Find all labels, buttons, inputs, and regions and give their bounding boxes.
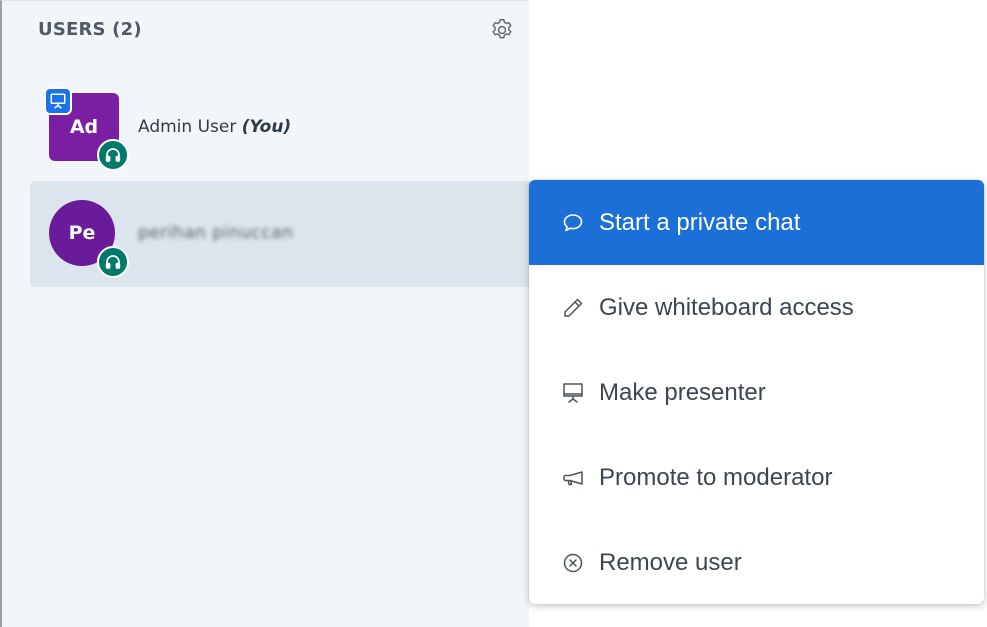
user-name: Admin User (You) (138, 117, 291, 137)
menu-item-label: Remove user (599, 548, 742, 576)
presenter-icon (44, 87, 72, 115)
gear-icon (489, 17, 515, 48)
user-name-text: Admin User (138, 117, 237, 137)
user-context-menu: Start a private chat Give whiteboard acc… (529, 180, 984, 604)
menu-item-label: Give whiteboard access (599, 293, 854, 321)
user-name-blurred: perihan pinuccan (138, 223, 294, 243)
user-settings-button[interactable] (486, 16, 518, 48)
avatar-initials: Pe (68, 222, 96, 244)
menu-item-label: Promote to moderator (599, 463, 833, 491)
headset-icon (97, 246, 129, 278)
menu-item-remove-user[interactable]: Remove user (529, 520, 984, 604)
user-list-item-selected[interactable]: Pe perihan pinuccan (30, 181, 531, 287)
users-panel-header: USERS (2) (2, 1, 529, 65)
headset-icon (97, 139, 129, 171)
menu-item-make-presenter[interactable]: Make presenter (529, 350, 984, 435)
menu-item-label: Make presenter (599, 378, 766, 406)
you-label: (You) (241, 117, 292, 137)
close-circle-icon (561, 551, 585, 575)
menu-item-give-whiteboard-access[interactable]: Give whiteboard access (529, 265, 984, 350)
users-title: USERS (2) (38, 19, 142, 40)
users-panel: USERS (2) Ad Admin User (You) Pe perihan… (0, 0, 531, 627)
menu-item-promote-to-moderator[interactable]: Promote to moderator (529, 435, 984, 520)
megaphone-icon (561, 466, 585, 490)
chat-bubble-icon (561, 211, 585, 235)
presentation-icon (561, 381, 585, 405)
menu-item-start-private-chat[interactable]: Start a private chat (529, 180, 984, 265)
avatar-initials: Ad (69, 116, 99, 138)
pencil-icon (561, 296, 585, 320)
user-list-item[interactable]: Ad Admin User (You) (30, 75, 531, 181)
menu-item-label: Start a private chat (599, 208, 801, 236)
